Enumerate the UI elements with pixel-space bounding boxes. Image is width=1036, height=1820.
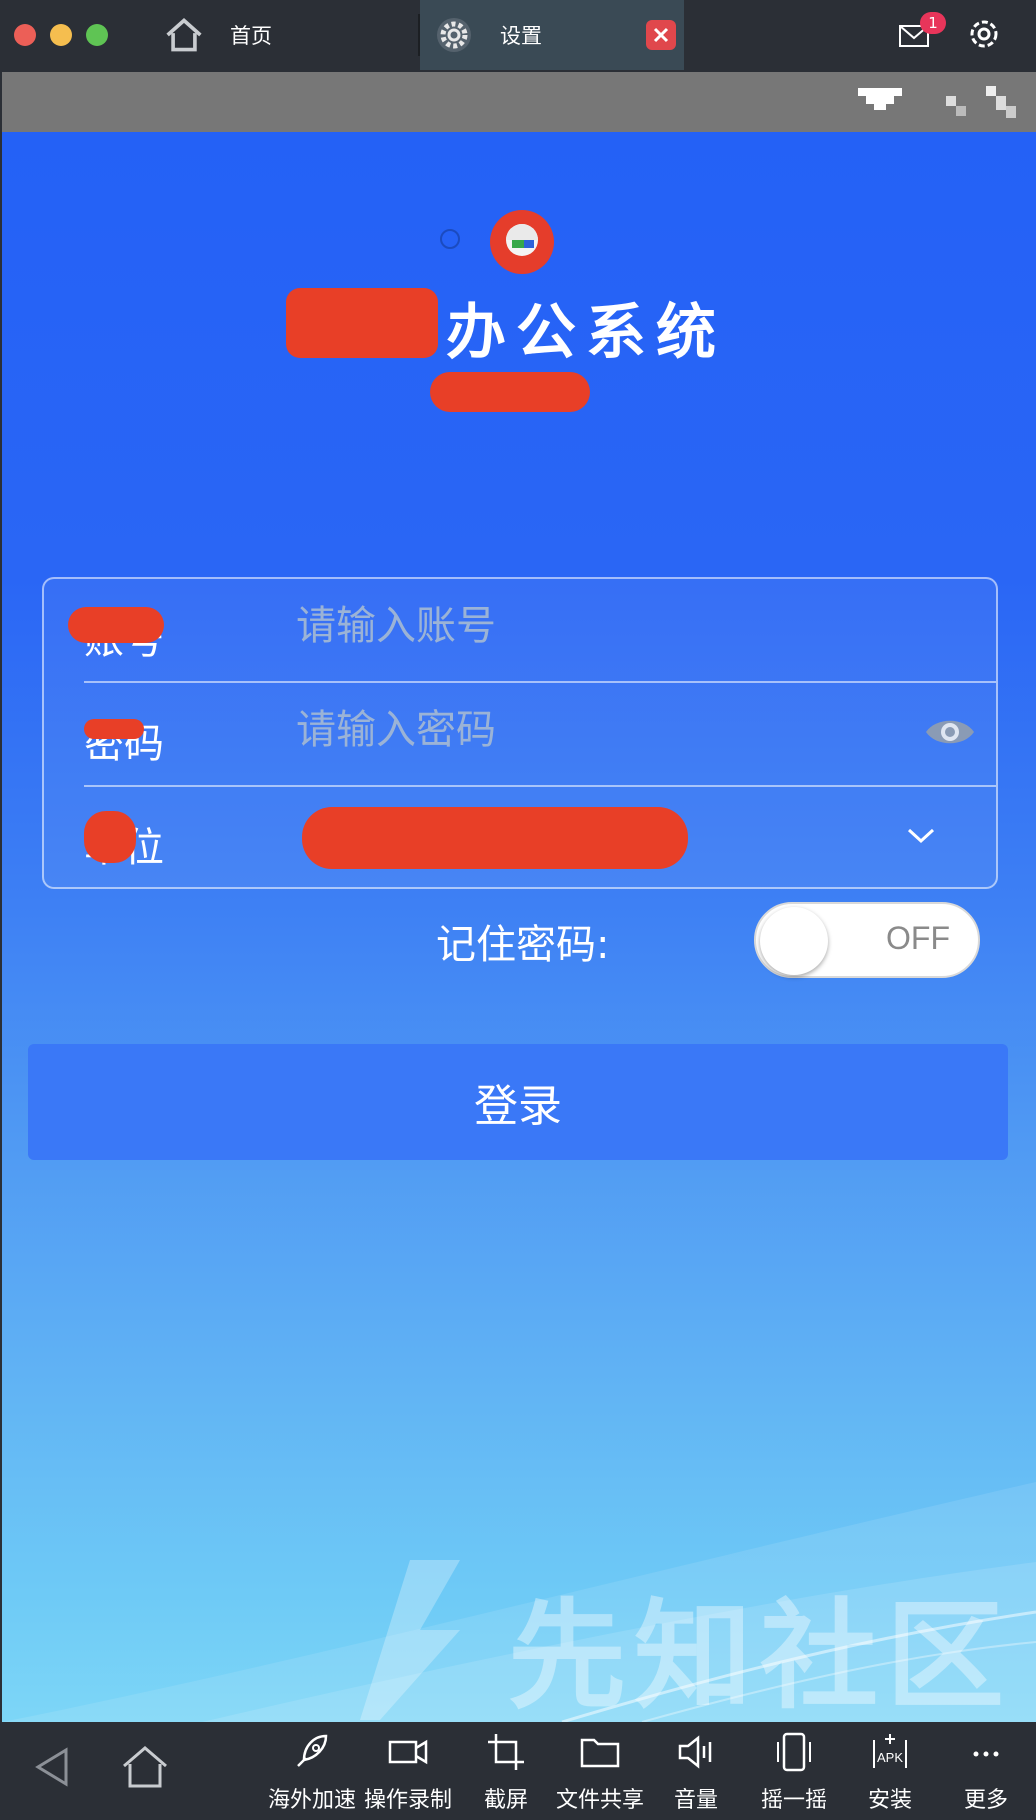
tab-settings[interactable]: 设置 [420,0,684,70]
toggle-knob [760,907,828,975]
toolbar-item-screenshot[interactable]: 截屏 [456,1730,556,1816]
redaction-mark [84,719,144,739]
rocket-icon [297,1734,328,1767]
toolbar-label: 文件共享 [555,1788,644,1813]
home-icon [164,15,204,55]
toolbar-label: 更多 [963,1788,1008,1813]
unit-row[interactable]: 单位 [84,787,996,889]
app-logo [490,210,554,274]
redaction-mark [430,372,590,412]
remember-password-label: 记住密码: [436,922,610,968]
window-minimize-button[interactable] [50,24,72,46]
account-row: 账号 [68,579,996,681]
toolbar-label: 安装 [867,1788,912,1813]
redaction-mark [68,607,164,643]
remember-password-toggle[interactable]: OFF [754,902,980,978]
account-input[interactable] [296,603,836,649]
redaction-mark [286,288,438,358]
tab-home-label: 首页 [230,24,272,48]
redaction-mark [84,811,136,863]
battery-icon [946,86,1016,118]
back-icon[interactable] [28,1742,78,1792]
toolbar-item-record[interactable]: 操作录制 [358,1730,458,1816]
toolbar-label: 海外加速 [267,1788,356,1813]
background-swoosh [2,1482,1036,1722]
app-title: 办公系统 [446,298,726,368]
folder-icon [580,1738,620,1768]
window-close-button[interactable] [14,24,36,46]
settings-gear-icon[interactable] [966,16,1002,52]
toolbar-item-file-share[interactable]: 文件共享 [550,1730,650,1816]
login-button[interactable]: 登录 [28,1044,1008,1160]
login-screen: 办公系统 账号 密码 单位 记住密码: OFF 登录 [2,132,1036,1722]
home-nav-icon[interactable] [120,1742,170,1792]
login-form: 账号 密码 单位 [42,577,998,889]
crop-icon [488,1734,524,1770]
signal-icon [858,88,902,110]
shake-phone-icon [777,1732,811,1772]
apk-install-icon: APK [873,1734,907,1768]
toolbar-label: 截屏 [483,1788,528,1813]
loading-dot [440,229,460,249]
device-status-bar [2,72,1036,132]
password-row: 密码 [84,683,996,785]
tab-settings-label: 设置 [500,24,542,48]
toolbar-item-more[interactable]: 更多 [936,1730,1036,1816]
toolbar-item-shake[interactable]: 摇一摇 [744,1730,844,1816]
mail-badge: 1 [920,12,946,34]
chevron-down-icon[interactable] [906,825,936,845]
tab-close-button[interactable] [646,20,676,50]
bottom-toolbar: 海外加速 操作录制 截屏 文件共享 音量 摇一摇 APK 安装 更多 [0,1722,1036,1820]
video-camera-icon [388,1739,428,1765]
toolbar-label: 音量 [673,1788,718,1813]
toolbar-label: 操作录制 [363,1788,452,1813]
svg-text:APK: APK [877,1750,903,1765]
toolbar-label: 摇一摇 [760,1788,827,1813]
password-input[interactable] [296,707,836,753]
toolbar-item-accelerate[interactable]: 海外加速 [262,1730,362,1816]
window-maximize-button[interactable] [86,24,108,46]
unit-value-redacted [302,807,688,869]
window-titlebar: 首页 设置 1 [0,0,1036,72]
more-icon [973,1751,999,1757]
toolbar-item-volume[interactable]: 音量 [646,1730,746,1816]
toolbar-item-install[interactable]: APK 安装 [840,1730,940,1816]
toggle-state-text: OFF [886,920,950,956]
speaker-icon [678,1735,712,1769]
tab-home[interactable]: 首页 [162,0,418,70]
close-icon [653,27,669,43]
gear-icon [434,15,474,55]
show-password-eye-icon[interactable] [924,715,976,749]
